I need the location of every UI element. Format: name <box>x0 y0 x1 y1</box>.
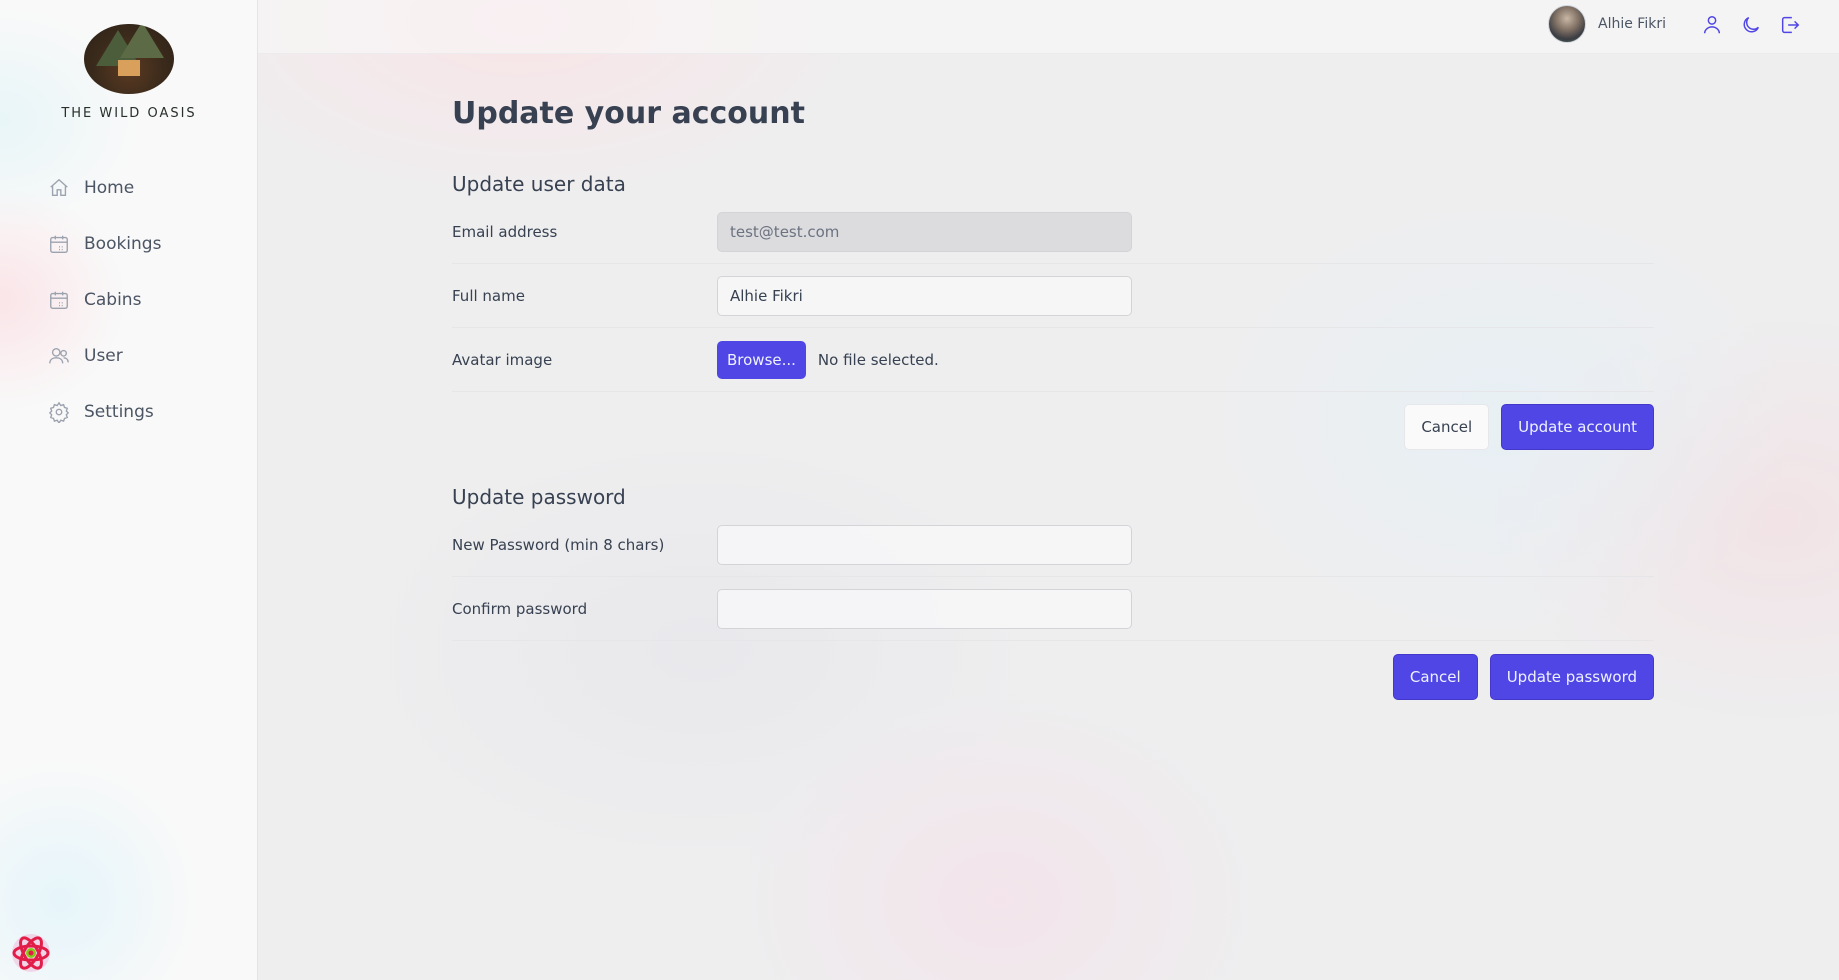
page-title: Update your account <box>452 96 805 131</box>
sidebar-item-label: Settings <box>84 402 154 422</box>
form-row-email: Email address <box>452 200 1654 264</box>
new-password-label: New Password (min 8 chars) <box>452 535 665 554</box>
sidebar-item-bookings[interactable]: Bookings <box>36 222 226 266</box>
sidebar-item-settings[interactable]: Settings <box>36 390 226 434</box>
cancel-password-button[interactable]: Cancel <box>1392 654 1478 700</box>
user-avatar-group: Alhie Fikri <box>1548 5 1666 43</box>
user-name: Alhie Fikri <box>1598 16 1666 32</box>
moon-icon <box>1743 16 1760 33</box>
main-nav: Home Bookings Cabins User Settings <box>36 166 226 446</box>
sidebar: THE WILD OASIS Home Bookings Cabins User… <box>0 0 258 980</box>
gear-icon <box>48 401 70 423</box>
sidebar-item-home[interactable]: Home <box>36 166 226 210</box>
main-content: Update your account Update user data Ema… <box>452 96 1654 700</box>
form-row-confirm-password: Confirm password <box>452 577 1654 641</box>
brand-name: THE WILD OASIS <box>61 106 197 121</box>
fullname-field[interactable] <box>717 275 1132 316</box>
fullname-label: Full name <box>452 286 525 305</box>
users-icon <box>49 347 69 364</box>
avatar-label: Avatar image <box>452 350 553 369</box>
top-header: Alhie Fikri <box>258 0 1839 54</box>
confirm-password-label: Confirm password <box>452 599 588 618</box>
file-status: No file selected. <box>817 350 939 369</box>
calendar-icon <box>50 291 68 309</box>
sidebar-item-label: User <box>84 346 123 366</box>
sidebar-item-label: Cabins <box>84 290 142 310</box>
browse-button[interactable]: Browse... <box>717 340 806 379</box>
form-row-fullname: Full name <box>452 264 1654 328</box>
home-icon <box>50 178 68 197</box>
calendar-icon <box>50 235 68 253</box>
logout-icon <box>1781 16 1800 34</box>
brand-logo <box>84 24 174 94</box>
account-button[interactable] <box>1698 11 1726 39</box>
sidebar-item-label: Home <box>84 178 135 198</box>
sidebar-item-cabins[interactable]: Cabins <box>36 278 226 322</box>
form-row-avatar: Avatar image Browse... No file selected. <box>452 328 1654 392</box>
react-devtools-icon[interactable] <box>10 932 52 974</box>
user-data-actions: Cancel Update account <box>1404 404 1654 450</box>
update-account-button[interactable]: Update account <box>1501 404 1654 450</box>
update-password-button[interactable]: Update password <box>1489 654 1654 700</box>
sidebar-item-user[interactable]: User <box>36 334 226 378</box>
logout-button[interactable] <box>1776 11 1804 39</box>
cancel-button[interactable]: Cancel <box>1404 404 1490 450</box>
user-icon <box>1703 16 1721 34</box>
email-label: Email address <box>452 222 558 241</box>
dark-mode-toggle[interactable] <box>1737 11 1765 39</box>
sidebar-item-label: Bookings <box>84 234 162 254</box>
password-actions: Cancel Update password <box>1392 654 1654 700</box>
new-password-field[interactable] <box>717 524 1132 565</box>
email-field[interactable] <box>717 211 1132 252</box>
avatar <box>1548 5 1587 43</box>
section-title-user-data: Update user data <box>452 172 626 196</box>
form-row-new-password: New Password (min 8 chars) <box>452 513 1654 577</box>
confirm-password-field[interactable] <box>717 588 1132 629</box>
section-title-password: Update password <box>452 485 626 509</box>
